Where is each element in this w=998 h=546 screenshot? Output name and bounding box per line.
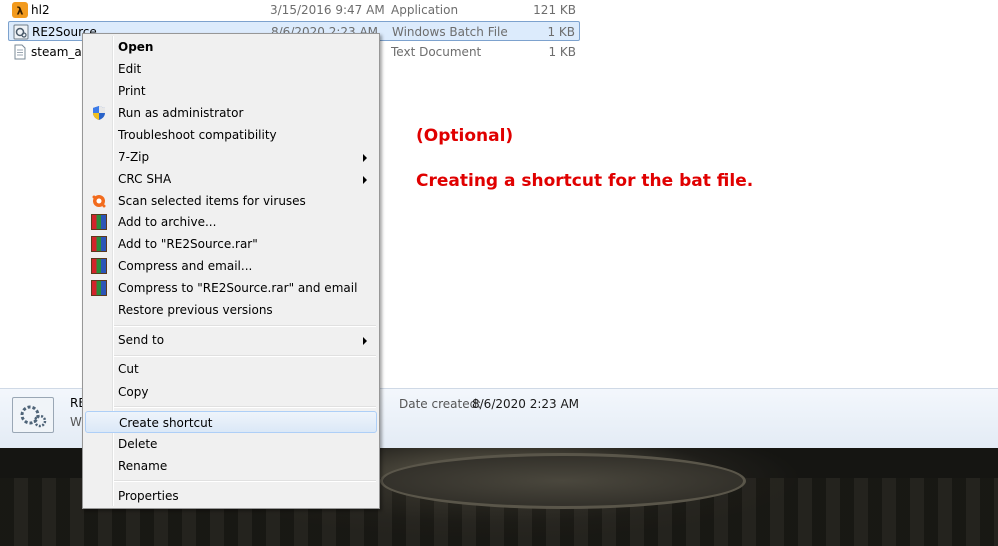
menu-item-cut[interactable]: Cut bbox=[85, 358, 377, 380]
batch-file-large-icon bbox=[12, 397, 54, 433]
file-type: Windows Batch File bbox=[392, 25, 508, 39]
menu-item-delete[interactable]: Delete bbox=[85, 433, 377, 455]
file-size: 1 KB bbox=[547, 25, 575, 39]
menu-item-label: Copy bbox=[118, 385, 149, 399]
file-type: Application bbox=[391, 3, 459, 17]
text-document-icon bbox=[12, 44, 28, 60]
menu-separator bbox=[114, 406, 376, 408]
menu-item-label: Delete bbox=[118, 437, 158, 451]
svg-text:λ: λ bbox=[17, 5, 24, 18]
menu-item-label: Rename bbox=[118, 459, 168, 473]
menu-item-label: Cut bbox=[118, 362, 139, 376]
menu-item-label: Scan selected items for viruses bbox=[118, 194, 306, 208]
winrar-icon bbox=[91, 236, 107, 252]
menu-item-label: Compress to "RE2Source.rar" and email bbox=[118, 281, 358, 295]
menu-item-label: Restore previous versions bbox=[118, 303, 273, 317]
annotation-optional: (Optional) bbox=[416, 126, 514, 146]
file-date: 3/15/2016 9:47 AM bbox=[270, 3, 385, 17]
menu-item-label: Troubleshoot compatibility bbox=[118, 128, 277, 142]
menu-item-compress-email[interactable]: Compress and email... bbox=[85, 255, 377, 277]
menu-item-troubleshoot[interactable]: Troubleshoot compatibility bbox=[85, 124, 377, 146]
winrar-icon bbox=[91, 258, 107, 274]
menu-item-crc-sha[interactable]: CRC SHA bbox=[85, 168, 377, 190]
menu-item-label: Send to bbox=[118, 333, 165, 347]
menu-item-label: Open bbox=[118, 40, 154, 54]
file-size: 121 KB bbox=[533, 3, 576, 17]
menu-separator bbox=[114, 355, 376, 357]
menu-item-7zip[interactable]: 7-Zip bbox=[85, 146, 377, 168]
menu-item-restore-versions[interactable]: Restore previous versions bbox=[85, 299, 377, 321]
menu-item-scan-viruses[interactable]: Scan selected items for viruses bbox=[85, 190, 377, 212]
annotation-instruction: Creating a shortcut for the bat file. bbox=[416, 171, 754, 191]
batch-file-icon bbox=[13, 24, 29, 40]
uac-shield-icon bbox=[91, 105, 107, 121]
menu-item-label: Add to "RE2Source.rar" bbox=[118, 237, 258, 251]
menu-separator bbox=[114, 325, 376, 327]
submenu-arrow-icon bbox=[363, 154, 367, 162]
submenu-arrow-icon bbox=[363, 176, 367, 184]
half-life-icon: λ bbox=[12, 2, 28, 18]
menu-item-print[interactable]: Print bbox=[85, 80, 377, 102]
menu-item-label: Compress and email... bbox=[118, 259, 253, 273]
file-name: hl2 bbox=[31, 3, 50, 17]
file-name: steam_ap bbox=[31, 45, 90, 59]
menu-item-properties[interactable]: Properties bbox=[85, 485, 377, 507]
file-row-hl2[interactable]: λ hl2 3/15/2016 9:47 AM Application 121 … bbox=[8, 0, 580, 20]
avast-icon bbox=[91, 193, 107, 209]
menu-item-label: Run as administrator bbox=[118, 106, 244, 120]
menu-item-edit[interactable]: Edit bbox=[85, 58, 377, 80]
manhole-cover bbox=[380, 453, 746, 509]
menu-item-compress-rar-email[interactable]: Compress to "RE2Source.rar" and email bbox=[85, 277, 377, 299]
file-size: 1 KB bbox=[548, 45, 576, 59]
menu-item-label: Create shortcut bbox=[119, 416, 213, 430]
menu-item-create-shortcut[interactable]: Create shortcut bbox=[85, 411, 377, 433]
menu-item-rename[interactable]: Rename bbox=[85, 455, 377, 477]
menu-item-label: Edit bbox=[118, 62, 142, 76]
winrar-icon bbox=[91, 280, 107, 296]
menu-item-label: CRC SHA bbox=[118, 172, 172, 186]
menu-item-label: Properties bbox=[118, 489, 179, 503]
menu-item-send-to[interactable]: Send to bbox=[85, 329, 377, 351]
menu-item-open[interactable]: Open bbox=[85, 36, 377, 58]
menu-item-label: Print bbox=[118, 84, 146, 98]
date-created-label: Date created: bbox=[399, 397, 482, 411]
date-created-value: 8/6/2020 2:23 AM bbox=[472, 397, 580, 411]
menu-item-run-as-admin[interactable]: Run as administrator bbox=[85, 102, 377, 124]
menu-item-add-rar[interactable]: Add to "RE2Source.rar" bbox=[85, 233, 377, 255]
menu-item-copy[interactable]: Copy bbox=[85, 381, 377, 403]
file-type: Text Document bbox=[391, 45, 482, 59]
details-file-type: W bbox=[70, 415, 82, 429]
menu-item-label: Add to archive... bbox=[118, 215, 217, 229]
winrar-icon bbox=[91, 214, 107, 230]
menu-item-add-archive[interactable]: Add to archive... bbox=[85, 211, 377, 233]
menu-separator bbox=[114, 480, 376, 482]
context-menu: Open Edit Print Run as administrator Tro… bbox=[82, 33, 380, 509]
menu-item-label: 7-Zip bbox=[118, 150, 150, 164]
submenu-arrow-icon bbox=[363, 337, 367, 345]
